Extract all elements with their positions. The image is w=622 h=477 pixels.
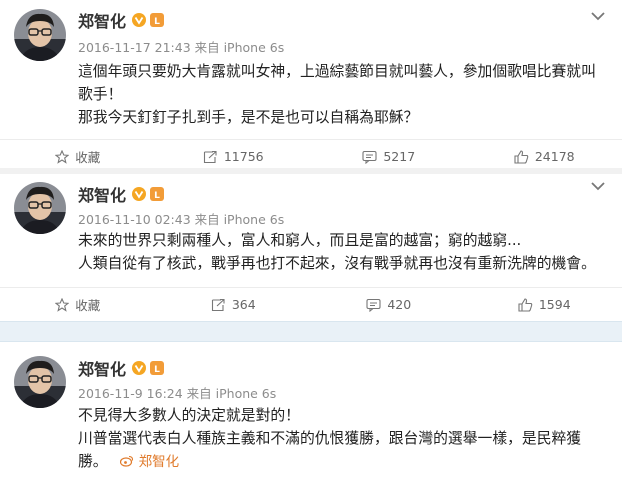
watermark-text: 郑智化 <box>138 454 180 470</box>
weibo-logo-icon <box>120 455 134 467</box>
comment-icon <box>362 150 377 164</box>
post-meta: 2016-11-17 21:43 来自 iPhone 6s <box>78 40 285 55</box>
post-content: 未來的世界只剩兩種人，富人和窮人，而且是富的越富；窮的越窮... 人類自從有了核… <box>78 229 608 275</box>
content-text: 勝。 <box>78 453 108 470</box>
star-icon <box>55 297 70 312</box>
author-name[interactable]: 郑智化 <box>78 8 126 32</box>
content-line: 那我今天釘釘子扎到手，是不是也可以自稱為耶穌？ <box>78 109 419 126</box>
level-icon <box>150 361 165 375</box>
repost-count: 11756 <box>223 149 264 164</box>
content-line: 川普當選代表白人種族主義和不滿的仇恨獲勝，跟台灣的選舉一樣，是民粹獲 <box>78 430 582 447</box>
like-icon <box>514 149 529 164</box>
author-row: 郑智化 <box>78 8 165 32</box>
divider <box>0 321 622 342</box>
like-button[interactable]: 1594 <box>467 288 622 321</box>
favorite-label: 收藏 <box>75 150 101 165</box>
avatar[interactable] <box>14 356 66 408</box>
chevron-down-icon[interactable] <box>590 180 606 192</box>
post-content: 不見得大多數人的決定就是對的！ 川普當選代表白人種族主義和不滿的仇恨獲勝，跟台灣… <box>78 404 608 474</box>
content-line: 不見得大多數人的決定就是對的！ <box>78 407 300 424</box>
post-meta: 2016-11-9 16:24 来自 iPhone 6s <box>78 386 277 401</box>
like-count: 1594 <box>538 297 571 312</box>
author-name[interactable]: 郑智化 <box>78 356 126 380</box>
repost-icon <box>211 298 225 311</box>
verified-icon <box>132 361 147 375</box>
comment-count: 5217 <box>383 149 416 164</box>
author-name[interactable]: 郑智化 <box>78 182 126 206</box>
like-icon <box>518 297 533 312</box>
weibo-post: 郑智化 2016-11-17 21:43 来自 iPhone 6s 這個年頭只要… <box>0 0 622 168</box>
avatar[interactable] <box>14 9 66 61</box>
post-meta: 2016-11-10 02:43 来自 iPhone 6s <box>78 212 285 227</box>
content-line: 未來的世界只剩兩種人，富人和窮人，而且是富的越富；窮的越窮... <box>78 232 522 249</box>
repost-button[interactable]: 364 <box>156 288 312 321</box>
level-icon <box>150 187 165 201</box>
favorite-label: 收藏 <box>75 298 101 313</box>
avatar[interactable] <box>14 182 66 234</box>
star-icon <box>55 149 70 164</box>
repost-count: 364 <box>231 297 256 312</box>
watermark: 郑智化 <box>120 454 179 470</box>
verified-icon <box>132 13 147 27</box>
comment-button[interactable]: 420 <box>311 288 467 321</box>
comment-icon <box>366 298 381 312</box>
author-row: 郑智化 <box>78 182 165 206</box>
favorite-button[interactable]: 收藏 <box>0 288 156 321</box>
content-line: 這個年頭只要奶大肯露就叫女神，上過綜藝節目就叫藝人，參加個歌唱比賽就叫 <box>78 63 596 80</box>
level-icon <box>150 13 165 27</box>
weibo-post: 郑智化 2016-11-9 16:24 来自 iPhone 6s 不見得大多數人… <box>0 342 622 477</box>
chevron-down-icon[interactable] <box>590 10 606 22</box>
verified-icon <box>132 187 147 201</box>
content-line-last: 勝。 郑智化 <box>78 450 608 474</box>
comment-count: 420 <box>387 297 412 312</box>
content-line: 人類自從有了核武，戰爭再也打不起來，沒有戰爭就再也沒有重新洗牌的機會。 <box>78 255 596 272</box>
author-row: 郑智化 <box>78 356 165 380</box>
weibo-post: 郑智化 2016-11-10 02:43 来自 iPhone 6s 未來的世界只… <box>0 174 622 321</box>
action-bar: 收藏 364 420 1594 <box>0 287 622 321</box>
post-content: 這個年頭只要奶大肯露就叫女神，上過綜藝節目就叫藝人，參加個歌唱比賽就叫 歌手！ … <box>78 60 608 129</box>
like-count: 24178 <box>534 149 575 164</box>
repost-icon <box>203 150 217 163</box>
content-line: 歌手！ <box>78 86 123 103</box>
